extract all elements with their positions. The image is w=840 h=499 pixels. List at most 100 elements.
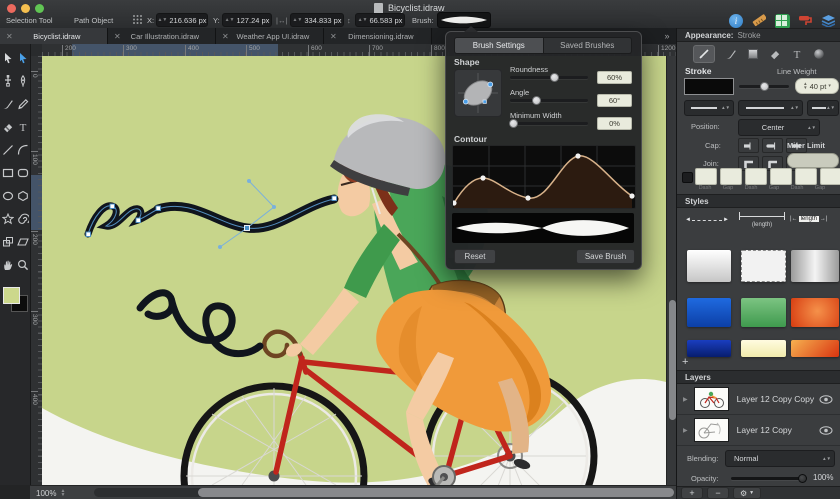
tool-spiral[interactable] bbox=[16, 212, 30, 226]
tool-rounded-rectangle[interactable] bbox=[16, 166, 30, 180]
info-button[interactable]: i bbox=[729, 14, 743, 28]
slider-knob[interactable] bbox=[550, 72, 559, 82]
gap-input[interactable] bbox=[720, 168, 742, 185]
disclosure-triangle-icon[interactable]: ▶ bbox=[683, 427, 688, 434]
layer-settings-button[interactable]: ⚙ ▼ bbox=[733, 487, 761, 499]
miter-limit-input[interactable] bbox=[787, 153, 839, 168]
horizontal-scrollbar[interactable] bbox=[94, 488, 674, 497]
brush-appearance-tab[interactable] bbox=[725, 48, 737, 60]
style-swatch-white-gradient[interactable] bbox=[687, 250, 731, 282]
position-dropdown[interactable]: Center ▲▼ bbox=[738, 119, 820, 136]
tab-saved-brushes[interactable]: Saved Brushes bbox=[543, 37, 632, 54]
tool-direct-selection-active[interactable] bbox=[16, 51, 30, 65]
stroke-color-well[interactable] bbox=[684, 78, 734, 95]
roundness-slider[interactable] bbox=[510, 72, 588, 82]
reset-button[interactable]: Reset bbox=[454, 249, 496, 264]
style-swatch-blue[interactable] bbox=[687, 298, 731, 327]
min-width-slider[interactable] bbox=[509, 118, 588, 128]
style-swatch-cream[interactable] bbox=[741, 340, 786, 357]
tool-arc[interactable] bbox=[16, 143, 30, 157]
tool-star[interactable] bbox=[1, 212, 15, 226]
tool-pen[interactable] bbox=[16, 74, 30, 88]
tool-eraser[interactable] bbox=[1, 120, 15, 134]
stroke-appearance-tab[interactable] bbox=[693, 45, 715, 63]
line-weight-stepper[interactable]: ▲ ▼ 40 pt ▾ bbox=[795, 78, 839, 94]
tool-shape-combine[interactable] bbox=[1, 235, 15, 249]
tool-node-editor[interactable] bbox=[1, 74, 15, 88]
stroke-style-dropdown-2[interactable]: ▲▼ bbox=[738, 100, 803, 116]
remove-layer-button[interactable]: − bbox=[707, 487, 729, 499]
style-dimension-preview[interactable]: (length) bbox=[739, 212, 785, 234]
layers-button[interactable] bbox=[821, 14, 835, 27]
fill-color-swatch[interactable] bbox=[3, 287, 20, 304]
tool-zoom[interactable] bbox=[16, 258, 30, 272]
paint-roller-button[interactable] bbox=[798, 14, 812, 27]
tool-selection[interactable] bbox=[1, 51, 15, 65]
shadow-appearance-tab[interactable] bbox=[813, 48, 825, 60]
close-tab-icon[interactable]: ✕ bbox=[114, 32, 121, 41]
dash-input[interactable] bbox=[745, 168, 767, 185]
style-length-tag-preview[interactable]: |← length →| bbox=[790, 214, 838, 224]
stroke-style-dropdown-3[interactable]: ▲▼ bbox=[807, 100, 839, 116]
tool-shear[interactable] bbox=[16, 235, 30, 249]
roundness-value[interactable]: 60% bbox=[597, 71, 632, 84]
gap-input[interactable] bbox=[770, 168, 792, 185]
tool-text[interactable]: T bbox=[16, 120, 30, 134]
eraser-appearance-tab[interactable] bbox=[769, 48, 781, 60]
tool-pencil[interactable] bbox=[16, 97, 30, 111]
blending-dropdown[interactable]: Normal ▲▼ bbox=[725, 450, 835, 467]
close-window-button[interactable] bbox=[7, 4, 16, 13]
style-swatch-navy[interactable] bbox=[687, 340, 731, 357]
slider-knob[interactable] bbox=[532, 95, 541, 105]
dash-input[interactable] bbox=[695, 168, 717, 185]
stroke-style-dropdown-1[interactable]: ▲▼ bbox=[684, 100, 734, 116]
tool-rectangle[interactable] bbox=[1, 166, 15, 180]
add-style-button[interactable]: + bbox=[682, 356, 694, 368]
tool-hand[interactable] bbox=[1, 258, 15, 272]
slider-knob[interactable] bbox=[509, 118, 518, 128]
grid-view-button[interactable] bbox=[775, 14, 790, 29]
style-swatch-orange-gradient[interactable] bbox=[791, 340, 839, 357]
tab-brush-settings[interactable]: Brush Settings bbox=[454, 37, 544, 54]
save-brush-button[interactable]: Save Brush bbox=[576, 249, 635, 264]
min-width-value[interactable]: 0% bbox=[597, 117, 632, 130]
tab-overflow-chevron-icon[interactable]: » bbox=[658, 28, 676, 44]
tool-line[interactable] bbox=[1, 143, 15, 157]
vertical-scrollbar-thumb[interactable] bbox=[668, 300, 676, 420]
tool-brush[interactable] bbox=[1, 97, 15, 111]
tool-ellipse[interactable] bbox=[1, 189, 15, 203]
add-layer-button[interactable]: + bbox=[681, 487, 703, 499]
style-arrow-line-preview[interactable]: ◄ ► bbox=[685, 216, 729, 224]
zoom-stepper[interactable]: ▲ ▼ bbox=[60, 489, 65, 498]
slider-knob[interactable] bbox=[760, 81, 769, 91]
style-swatch-gray-gradient[interactable] bbox=[791, 250, 839, 282]
minimize-window-button[interactable] bbox=[21, 4, 30, 13]
tab-dimensioning[interactable]: ✕ Dimensioning.idraw bbox=[324, 28, 432, 44]
visibility-eye-icon[interactable] bbox=[819, 425, 833, 435]
ruler-tool-button[interactable] bbox=[752, 14, 766, 27]
style-swatch-green[interactable] bbox=[741, 298, 786, 327]
fill-appearance-tab[interactable] bbox=[747, 48, 759, 60]
zoom-window-button[interactable] bbox=[35, 4, 44, 13]
disclosure-triangle-icon[interactable]: ▶ bbox=[683, 396, 688, 403]
width-input[interactable]: ▲▼ 334.833 px bbox=[290, 13, 344, 27]
text-appearance-tab[interactable]: T bbox=[791, 48, 803, 60]
fill-stroke-swatches[interactable] bbox=[3, 287, 28, 312]
tool-polygon[interactable] bbox=[16, 189, 30, 203]
height-input[interactable]: ▲▼ 66.583 px bbox=[355, 13, 405, 27]
dash-enable-checkbox[interactable] bbox=[682, 172, 693, 183]
style-swatch-dashed[interactable] bbox=[741, 250, 786, 282]
close-tab-icon[interactable]: ✕ bbox=[6, 32, 13, 41]
tab-car-illustration[interactable]: ✕ Car Illustration.idraw bbox=[108, 28, 216, 44]
opacity-slider[interactable] bbox=[731, 473, 807, 483]
y-input[interactable]: ▲▼ 127.24 px bbox=[222, 13, 272, 27]
contour-curve-editor[interactable] bbox=[451, 145, 636, 209]
brush-shape-editor[interactable] bbox=[454, 69, 502, 117]
anchor-point-grid-icon[interactable] bbox=[132, 14, 143, 25]
gap-input[interactable] bbox=[820, 168, 840, 185]
tab-bicyclist[interactable]: ✕ Bicyclist.idraw bbox=[0, 28, 108, 44]
horizontal-scrollbar-thumb[interactable] bbox=[198, 488, 674, 497]
layer-row[interactable]: ▶ Layer 12 Copy Copy bbox=[677, 384, 840, 415]
dash-input[interactable] bbox=[795, 168, 817, 185]
stroke-width-slider[interactable] bbox=[739, 81, 789, 91]
